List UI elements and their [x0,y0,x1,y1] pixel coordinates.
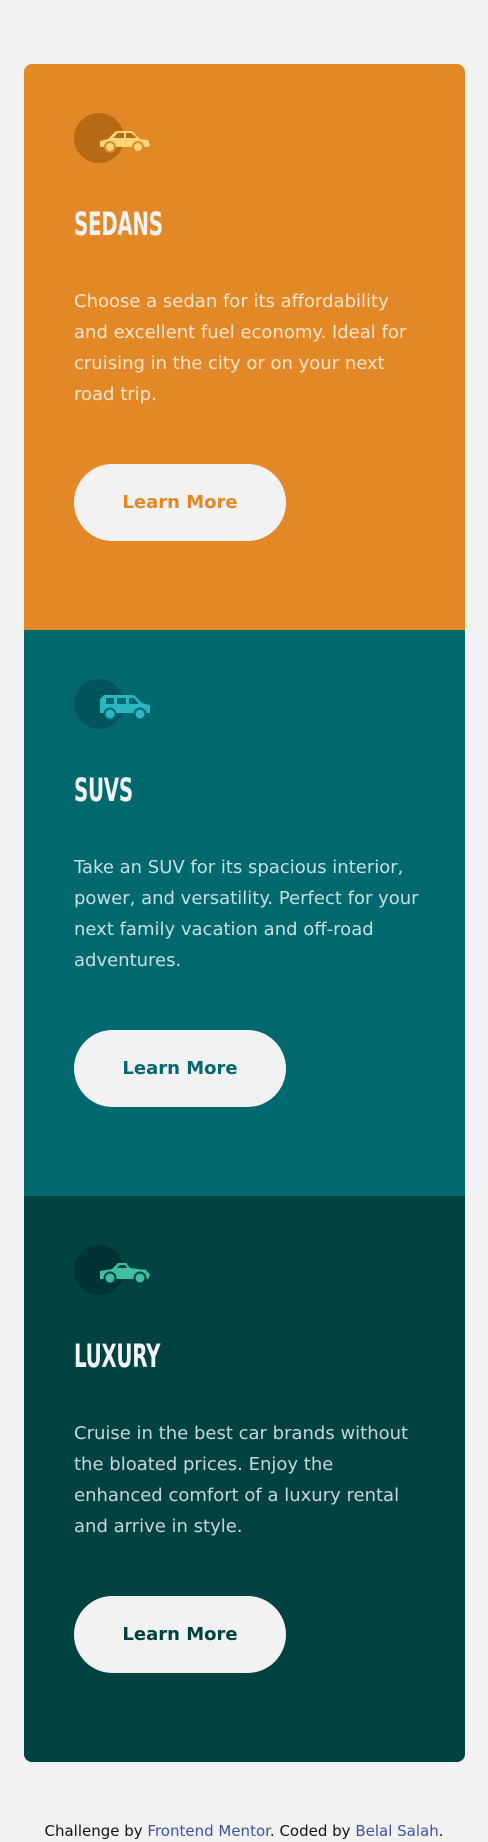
luxury-car-icon [74,1245,158,1295]
frontend-mentor-link[interactable]: Frontend Mentor [147,1822,270,1840]
footer-middle: . Coded by [269,1822,356,1840]
footer-suffix: . [438,1822,444,1840]
card-title-sedans: Sedans [74,205,163,243]
card-sedans: Sedans Choose a sedan for its affordabil… [24,64,465,630]
footer-prefix: Challenge by [44,1822,148,1840]
attribution-footer: Challenge by Frontend Mentor. Coded by B… [0,1822,488,1840]
card-description-suvs: Take an SUV for its spacious interior, p… [74,857,419,971]
suv-car-icon [74,679,158,729]
car-cards-container: Sedans Choose a sedan for its affordabil… [24,64,465,1762]
sedan-car-icon [74,113,158,163]
card-luxury: Luxury Cruise in the best car brands wit… [24,1196,465,1762]
author-link[interactable]: Belal Salah [355,1822,438,1840]
card-title-luxury: Luxury [74,1337,161,1375]
learn-more-button-suvs[interactable]: Learn More [74,1030,286,1107]
card-title-suvs: SUVs [74,771,133,809]
learn-more-button-sedans[interactable]: Learn More [74,464,286,541]
card-suvs: SUVs Take an SUV for its spacious interi… [24,630,465,1196]
card-description-sedans: Choose a sedan for its affordability and… [74,291,407,405]
learn-more-button-luxury[interactable]: Learn More [74,1596,286,1673]
card-description-luxury: Cruise in the best car brands without th… [74,1423,409,1537]
